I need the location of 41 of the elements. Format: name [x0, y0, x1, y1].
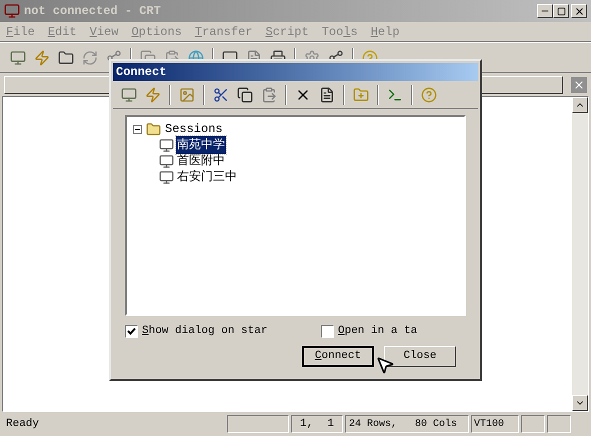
status-panel: [547, 415, 571, 433]
close-button[interactable]: [571, 4, 587, 18]
close-bar-button[interactable]: [571, 76, 587, 92]
close-icon: [573, 78, 585, 90]
dialog-button[interactable]: Connect: [302, 346, 374, 366]
menu-item[interactable]: Help: [370, 22, 400, 40]
checkbox[interactable]: [125, 324, 138, 338]
session-icon: [159, 154, 174, 168]
checkbox-label: Show dialog on star: [142, 324, 268, 339]
status-panel: [227, 415, 289, 433]
tree-item[interactable]: 首医附中: [176, 152, 226, 170]
menu-item[interactable]: View: [90, 22, 118, 40]
tree-item[interactable]: Sessions: [165, 120, 223, 138]
checkbox-label: Open in a ta: [338, 324, 418, 339]
dialog-title: Connect: [116, 64, 166, 81]
scrollbar[interactable]: [572, 97, 588, 411]
emulation-type: VT100: [471, 415, 519, 433]
folder-icon: [146, 122, 161, 136]
collapse-toggle[interactable]: [133, 124, 142, 134]
menu-item[interactable]: File: [6, 22, 35, 40]
terminal-size: 24 Rows, 80 Cols: [345, 415, 469, 433]
menu-item[interactable]: Edit: [48, 22, 77, 40]
menu-item[interactable]: Too ls: [322, 22, 358, 40]
status-message: Ready: [5, 416, 40, 432]
dialog-button[interactable]: Close: [384, 346, 456, 366]
close-icon: [574, 6, 584, 16]
maximize-button[interactable]: [553, 4, 569, 18]
window-title: not connected - CRT: [24, 3, 161, 20]
status-panel: [521, 415, 545, 433]
menu-item[interactable]: Options: [131, 22, 182, 40]
tree-item[interactable]: 右安门三中: [176, 168, 238, 186]
checkbox[interactable]: [321, 324, 334, 338]
cursor-position: 1, 1: [291, 415, 343, 433]
session-icon: [159, 170, 174, 184]
minimize-button[interactable]: [537, 4, 553, 18]
tree-item[interactable]: 南苑中学: [176, 136, 226, 154]
session-icon: [159, 138, 174, 152]
app-icon: [4, 3, 20, 19]
menu-item[interactable]: Transfer: [194, 22, 252, 40]
menu-item[interactable]: Script: [265, 22, 309, 40]
maximize-icon: [556, 6, 566, 16]
